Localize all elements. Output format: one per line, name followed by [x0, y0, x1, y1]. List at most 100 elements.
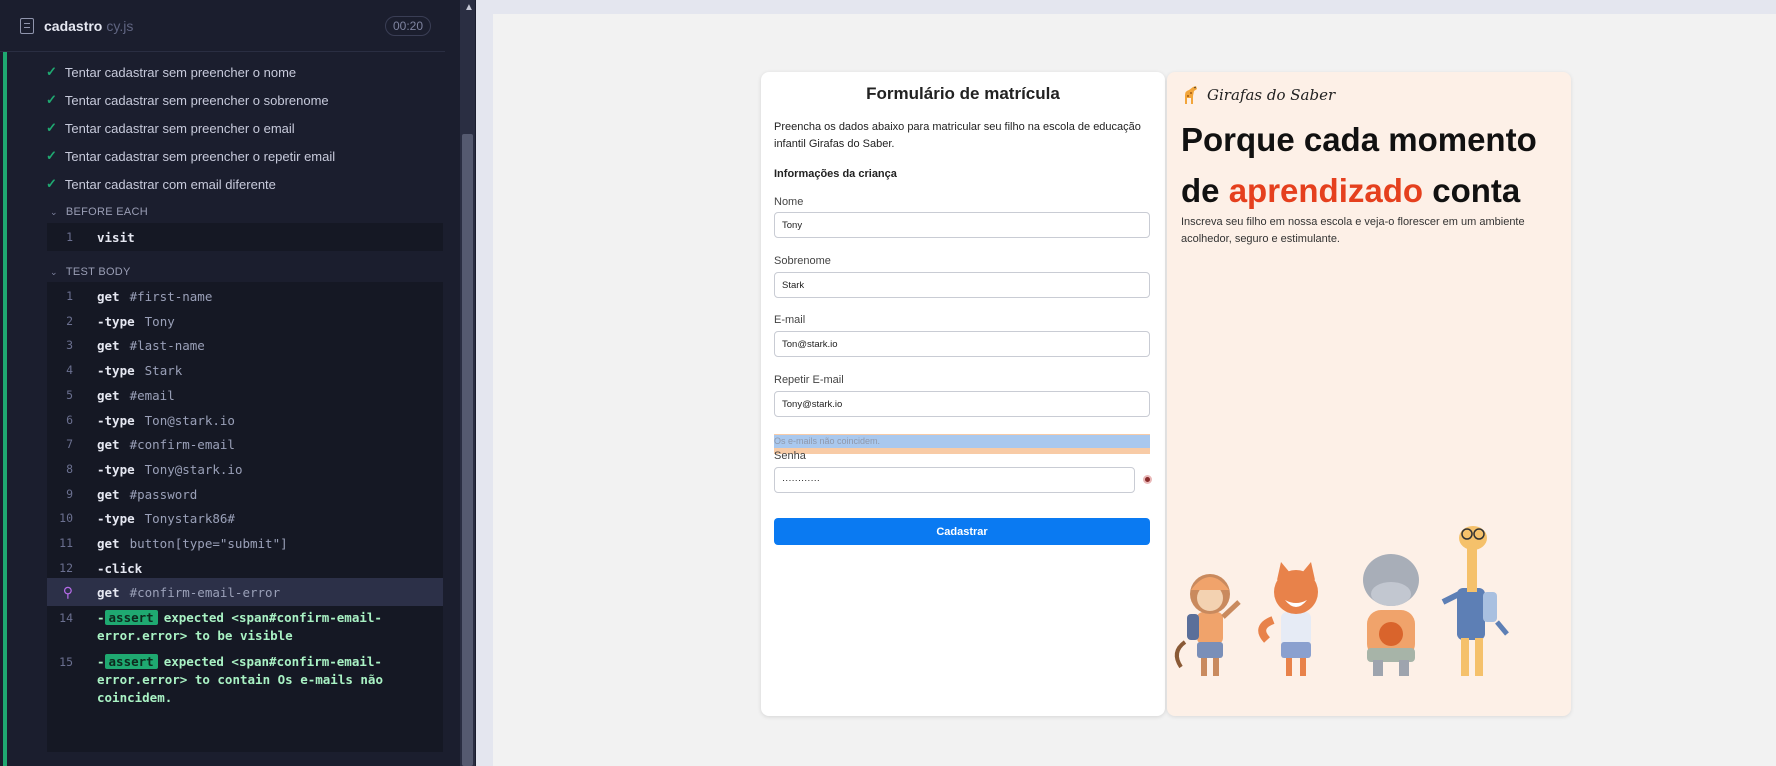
command-number: 3 — [66, 338, 73, 353]
command-argument: #confirm-email-error — [129, 585, 281, 601]
command-argument: Tony@stark.io — [144, 461, 243, 477]
test-title: Tentar cadastrar sem preencher o repetir… — [64, 148, 336, 164]
form-title: Formulário de matrícula — [866, 84, 1060, 103]
command-name: get — [97, 486, 120, 502]
spec-extension: cy.js — [106, 17, 134, 34]
headline-text-end: conta — [1423, 172, 1521, 209]
giraffe-icon — [1185, 86, 1197, 104]
command-argument: Tony — [144, 313, 175, 329]
chevron-down-icon: ⌄ — [50, 206, 58, 217]
scroll-up-icon[interactable]: ▲ — [464, 2, 474, 13]
command-row[interactable]: 1 visit — [47, 223, 443, 251]
passed-test-item[interactable]: ✓ Tentar cadastrar sem preencher o sobren… — [46, 86, 329, 114]
command-argument: Ton@stark.io — [144, 412, 235, 428]
pin-icon: ⚲ — [62, 585, 73, 602]
confirm-email-input[interactable]: Tony@stark.io — [774, 391, 1150, 417]
giraffe-kid-illustration — [1441, 526, 1509, 676]
before-each-commands: 1 visit — [47, 223, 443, 251]
command-name: get — [97, 585, 120, 601]
command-number: 1 — [66, 289, 73, 303]
password-input[interactable]: ············ — [774, 467, 1135, 493]
command-name: get — [97, 437, 120, 453]
assert-message: - assert expected <span#confirm-email-erro… — [97, 609, 387, 645]
test-title: Tentar cadastrar com email diferente — [64, 176, 276, 192]
command-name: visit — [97, 230, 135, 245]
command-number: 7 — [66, 437, 73, 452]
assert-command[interactable]: 14 - assert expected <span#confirm-email-er… — [47, 603, 443, 645]
form-intro: Preencha os dados abaixo para matricular… — [774, 121, 1141, 150]
hook-label: BEFORE EACH — [65, 206, 148, 218]
command-number: 11 — [59, 536, 73, 550]
enrollment-form: Formulário de matrícula Preencha os dado… — [761, 72, 1165, 716]
last-name-label: Sobrenome — [774, 255, 831, 267]
command-name: get — [97, 289, 120, 304]
command-number: 8 — [66, 461, 73, 476]
section-label: TEST BODY — [65, 266, 131, 278]
monkey-illustration — [1174, 574, 1241, 676]
assert-line: expected <span#confirm-email- — [163, 654, 382, 669]
command-argument: Stark — [144, 363, 183, 379]
test-body-section[interactable]: ⌄ TEST BODY — [50, 262, 131, 282]
passed-test-item[interactable]: ✓ Tentar cadastrar sem preencher o repeti… — [46, 142, 335, 170]
test-title: Tentar cadastrar sem preencher o sobreno… — [64, 92, 329, 108]
command-number: 4 — [66, 363, 73, 378]
assert-badge: assert — [104, 654, 158, 669]
command-number: 2 — [66, 313, 73, 328]
test-title: Tentar cadastrar sem preencher o nome — [64, 64, 297, 80]
passed-test-item[interactable]: ✓ Tentar cadastrar sem preencher o nome — [46, 58, 296, 86]
headline-accent: aprendizado — [1228, 172, 1424, 209]
assert-line: error.error> to be visible — [97, 628, 293, 643]
command-argument: #email — [129, 387, 175, 403]
brand-logo: Girafas do Saber — [1181, 84, 1335, 106]
assert-prefix: - — [97, 654, 105, 669]
test-body-commands: 1 get #first-name 2 -type Tony 3 get #last-name 4… — [47, 282, 443, 752]
section-heading: Informações da criança — [774, 168, 897, 180]
email-label: E-mail — [774, 314, 806, 326]
test-title: Tentar cadastrar sem preencher o email — [64, 120, 295, 136]
error-text: Os e-mails não coincidem. — [774, 436, 881, 446]
password-label: Senha — [774, 450, 806, 462]
passed-test-item[interactable]: ✓ Tentar cadastrar sem preencher o email — [46, 114, 295, 142]
scrollbar-thumb[interactable] — [462, 134, 473, 766]
command-number: 14 — [59, 611, 73, 625]
assert-message: - assert expected <span#confirm-email-erro… — [97, 653, 387, 707]
chevron-down-icon: ⌄ — [50, 266, 58, 277]
command-number: 1 — [66, 230, 73, 244]
command-name: get — [97, 338, 120, 354]
app-viewport: Formulário de matrícula Preencha os dado… — [476, 0, 1776, 766]
command-log-scrollbar[interactable]: ▲ — [460, 0, 475, 766]
command-name: -type — [97, 363, 135, 379]
assert-command[interactable]: 15 - assert expected <span#confirm-email-er… — [47, 647, 443, 707]
confirm-email-label: Repetir E-mail — [774, 374, 844, 386]
assert-line: error.error> to contain Os e-mails não — [97, 672, 383, 687]
command-number: 9 — [66, 486, 73, 501]
command-name: -type — [97, 412, 135, 428]
command-name: get — [97, 536, 120, 551]
email-input[interactable]: Ton@stark.io — [774, 331, 1150, 357]
last-name-input[interactable]: Stark — [774, 272, 1150, 298]
command-argument: #confirm-email — [129, 437, 235, 453]
first-name-input[interactable]: Tony — [774, 212, 1150, 238]
first-name-label: Nome — [774, 196, 804, 208]
command-name: -click — [97, 560, 143, 576]
promo-headline: Porque cada momento de aprendizado conta — [1181, 114, 1565, 216]
command-log-panel: cadastro cy.js 00:20 ⌄ BEFORE EACH 1 visi… — [0, 0, 460, 766]
before-each-hook[interactable]: ⌄ BEFORE EACH — [50, 202, 148, 222]
submit-button[interactable]: Cadastrar — [774, 518, 1150, 545]
command-number: 6 — [66, 412, 73, 427]
app-page: Formulário de matrícula Preencha os dado… — [493, 14, 1776, 766]
command-argument: #first-name — [129, 289, 213, 304]
check-icon: ✓ — [46, 148, 57, 163]
spec-name: cadastro — [44, 17, 103, 34]
file-icon — [20, 17, 34, 34]
command-argument: button[type="submit"] — [129, 536, 288, 551]
eye-icon[interactable] — [1143, 475, 1152, 484]
promo-panel: Girafas do Saber Porque cada momento de … — [1167, 72, 1571, 716]
passed-test-item[interactable]: ✓ Tentar cadastrar com email diferente — [46, 170, 276, 198]
check-icon: ✓ — [46, 64, 57, 79]
pass-indicator-bar — [3, 52, 7, 766]
assert-badge: assert — [104, 610, 158, 625]
check-icon: ✓ — [46, 92, 57, 107]
brand-name: Girafas do Saber — [1207, 86, 1336, 104]
spec-header[interactable]: cadastro cy.js 00:20 — [0, 0, 445, 52]
